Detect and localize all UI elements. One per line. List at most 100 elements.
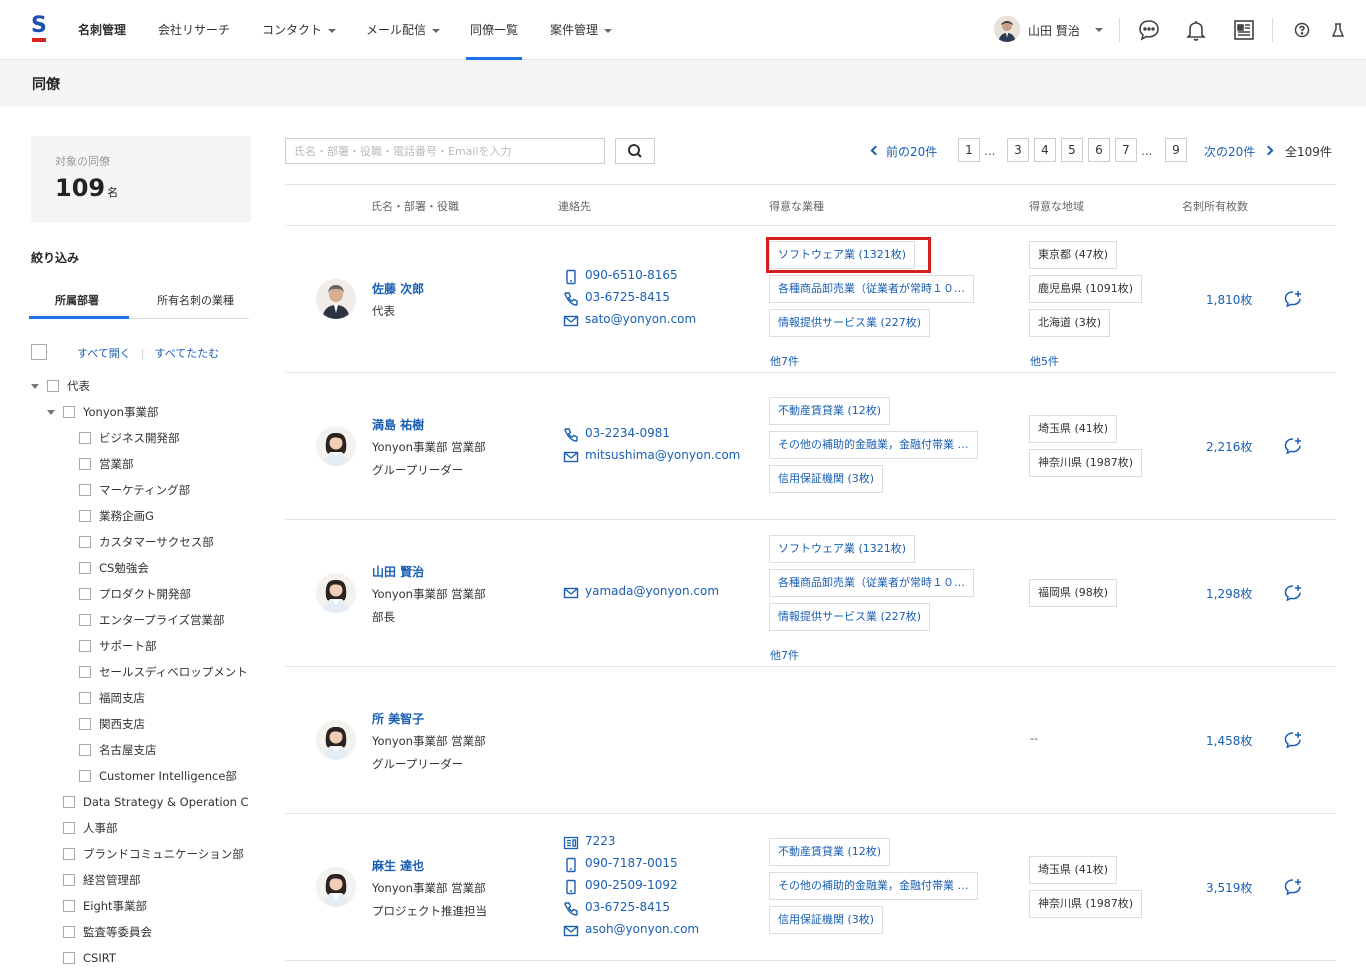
tree-checkbox[interactable] (79, 562, 91, 574)
card-count[interactable]: 1,810枚 (1206, 291, 1252, 308)
page-number-button[interactable]: 6 (1088, 138, 1110, 162)
nav-mail[interactable]: メール配信 (366, 0, 441, 60)
person-name[interactable]: 満島 祐樹 (372, 416, 424, 433)
card-count[interactable]: 1,458枚 (1206, 732, 1252, 749)
search-input[interactable] (285, 138, 605, 164)
industry-more-link[interactable]: 他7件 (770, 353, 799, 369)
industry-tag[interactable]: 不動産賃貸業 (12枚) (769, 397, 891, 425)
tree-checkbox[interactable] (79, 614, 91, 626)
tree-checkbox[interactable] (63, 874, 75, 886)
tree-checkbox[interactable] (63, 848, 75, 860)
nav-contacts[interactable]: コンタクト (262, 0, 337, 60)
page-number-button[interactable]: 4 (1034, 138, 1056, 162)
tree-checkbox[interactable] (79, 510, 91, 522)
tree-checkbox[interactable] (79, 432, 91, 444)
tree-checkbox[interactable] (63, 900, 75, 912)
add-chat-icon[interactable] (1283, 583, 1303, 603)
tree-checkbox[interactable] (79, 666, 91, 678)
industry-tag[interactable]: 各種商品卸売業（従業者が常時１０… (769, 569, 974, 597)
region-more-link[interactable]: 他5件 (1030, 353, 1059, 369)
avatar[interactable] (316, 426, 356, 466)
region-tag[interactable]: 東京都 (47枚) (1029, 241, 1118, 269)
region-tag[interactable]: 北海道 (3枚) (1029, 309, 1111, 337)
industry-tag[interactable]: 各種商品卸売業（従業者が常時１０… (769, 275, 974, 303)
add-chat-icon[interactable] (1283, 730, 1303, 750)
app-logo[interactable]: S (31, 13, 47, 42)
tree-checkbox[interactable] (47, 380, 59, 392)
tree-checkbox[interactable] (63, 822, 75, 834)
industry-tag[interactable]: その他の補助的金融業，金融付帯業 … (769, 872, 978, 900)
industry-more-link[interactable]: 他7件 (770, 647, 799, 663)
tab-card-industry[interactable]: 所有名刺の業種 (157, 292, 234, 308)
industry-tag[interactable]: 信用保証機関 (3枚) (769, 465, 884, 493)
avatar[interactable] (316, 573, 356, 613)
region-tag[interactable]: 埼玉県 (41枚) (1029, 415, 1118, 443)
tree-item-label: セールスディベロップメント (99, 665, 248, 679)
prev-page-link[interactable]: 前の20件 (886, 143, 937, 167)
flask-icon[interactable] (1326, 18, 1350, 42)
person-name[interactable]: 所 美智子 (372, 710, 424, 727)
add-chat-icon[interactable] (1283, 877, 1303, 897)
industry-tag[interactable]: 不動産賃貸業 (12枚) (769, 838, 891, 866)
avatar[interactable] (316, 720, 356, 760)
help-icon[interactable] (1290, 18, 1314, 42)
region-tag[interactable]: 神奈川県 (1987枚) (1029, 890, 1143, 918)
card-count[interactable]: 1,298枚 (1206, 585, 1252, 602)
tree-expand-icon[interactable] (47, 410, 55, 415)
person-name[interactable]: 麻生 達也 (372, 857, 424, 874)
industry-tag[interactable]: 情報提供サービス業 (227枚) (769, 603, 931, 631)
tree-checkbox[interactable] (79, 640, 91, 652)
page-number-button[interactable]: 7 (1115, 138, 1137, 162)
chat-icon[interactable] (1137, 18, 1161, 42)
tree-checkbox[interactable] (63, 952, 75, 964)
collapse-all-link[interactable]: すべてたたむ (155, 347, 220, 360)
expand-all-link[interactable]: すべて開く (77, 347, 131, 360)
nav-colleagues[interactable]: 同僚一覧 (470, 0, 518, 60)
tree-checkbox[interactable] (63, 796, 75, 808)
user-name: 山田 賢治 (1028, 24, 1080, 38)
page-number-button[interactable]: 5 (1061, 138, 1083, 162)
add-chat-icon[interactable] (1283, 436, 1303, 456)
page-number-button[interactable]: 3 (1007, 138, 1029, 162)
bell-icon[interactable] (1184, 18, 1208, 42)
region-tag[interactable]: 鹿児島県 (1091枚) (1029, 275, 1143, 303)
industry-tag[interactable]: 信用保証機関 (3枚) (769, 906, 884, 934)
select-all-checkbox[interactable] (31, 344, 47, 360)
card-count[interactable]: 2,216枚 (1206, 438, 1252, 455)
tree-checkbox[interactable] (79, 588, 91, 600)
nav-company-research[interactable]: 会社リサーチ (158, 0, 230, 60)
add-chat-icon[interactable] (1283, 289, 1303, 309)
nav-label: 同僚一覧 (470, 23, 519, 37)
contact-value: 090-6510-8165 (585, 268, 678, 282)
tree-checkbox[interactable] (79, 770, 91, 782)
tree-checkbox[interactable] (79, 692, 91, 704)
tree-checkbox[interactable] (79, 718, 91, 730)
nav-card-management[interactable]: 名刺管理 (78, 0, 126, 60)
person-name[interactable]: 佐藤 次郎 (372, 280, 424, 297)
industry-tag[interactable]: その他の補助的金融業，金融付帯業 … (769, 431, 978, 459)
tree-checkbox[interactable] (79, 744, 91, 756)
tab-department[interactable]: 所属部署 (55, 292, 99, 308)
news-icon[interactable] (1232, 18, 1256, 42)
card-count[interactable]: 3,519枚 (1206, 879, 1252, 896)
avatar[interactable] (316, 867, 356, 907)
industry-tag[interactable]: 情報提供サービス業 (227枚) (769, 309, 931, 337)
next-page-link[interactable]: 次の20件 (1204, 143, 1255, 167)
person-name[interactable]: 山田 賢治 (372, 563, 424, 580)
tree-checkbox[interactable] (63, 406, 75, 418)
tree-checkbox[interactable] (79, 458, 91, 470)
region-tag[interactable]: 福岡県 (98枚) (1029, 579, 1118, 607)
tree-checkbox[interactable] (79, 536, 91, 548)
region-tag[interactable]: 神奈川県 (1987枚) (1029, 449, 1143, 477)
divider (1119, 18, 1120, 42)
tree-checkbox[interactable] (79, 484, 91, 496)
tree-checkbox[interactable] (63, 926, 75, 938)
avatar[interactable] (316, 279, 356, 319)
region-tag[interactable]: 埼玉県 (41枚) (1029, 856, 1118, 884)
page-number-button[interactable]: 1 (958, 138, 980, 162)
industry-tag[interactable]: ソフトウェア業 (1321枚) (769, 535, 916, 563)
tree-expand-icon[interactable] (31, 384, 39, 389)
nav-deals[interactable]: 案件管理 (550, 0, 613, 60)
page-number-button[interactable]: 9 (1165, 138, 1187, 162)
search-button[interactable] (615, 138, 655, 164)
